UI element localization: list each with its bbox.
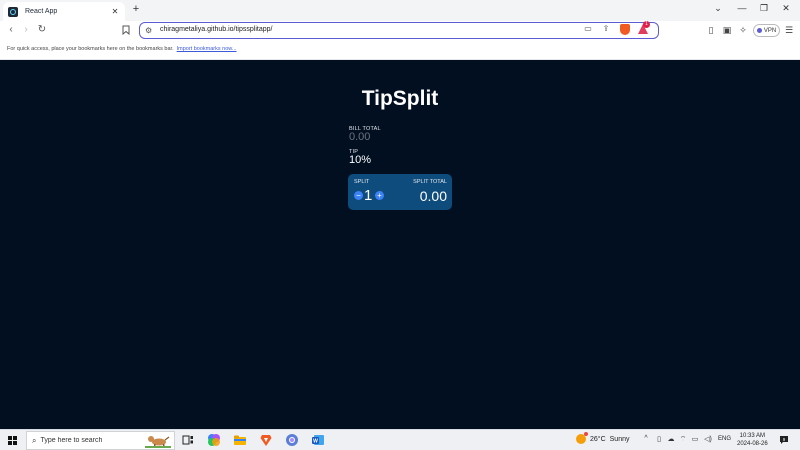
phone-link-icon[interactable]: ▯ (654, 435, 664, 443)
rewards-badge: 1 (643, 21, 650, 28)
word-icon[interactable]: W (311, 433, 325, 447)
windows-start-icon[interactable] (8, 436, 17, 445)
file-explorer-icon[interactable] (233, 433, 247, 447)
new-tab-button[interactable]: + (130, 3, 142, 15)
battery-icon[interactable]: ▭ (690, 435, 700, 443)
forward-icon[interactable]: › (20, 24, 32, 35)
app-title: TipSplit (361, 87, 439, 110)
tab-close-icon[interactable]: ✕ (110, 7, 120, 16)
onedrive-icon[interactable]: ☁ (666, 435, 676, 443)
weather-widget[interactable]: 26°C Sunny (576, 432, 630, 444)
language-indicator[interactable]: ENG (718, 436, 731, 442)
windows-taskbar: ⌕ W 26°C Sunny (0, 429, 800, 450)
tip-input[interactable]: 10% (349, 154, 371, 166)
wallet-icon[interactable]: ▣ (721, 25, 733, 36)
reload-icon[interactable]: ↻ (36, 24, 48, 35)
bookmarks-message: For quick access, place your bookmarks h… (7, 46, 237, 52)
split-card: SPLIT SPLIT TOTAL − 1 + 0.00 (348, 174, 452, 210)
split-label: SPLIT (354, 179, 370, 185)
split-total-value: 0.00 (419, 188, 447, 204)
search-icon: ⌕ (32, 435, 37, 445)
clock-date: 2024-08-26 (737, 441, 768, 447)
sidebar-icon[interactable]: ▯ (705, 25, 717, 36)
taskbar-search-input[interactable] (40, 437, 131, 444)
weather-sun-icon (576, 432, 588, 444)
site-info-icon[interactable]: ⚙ (145, 26, 152, 35)
volume-icon[interactable]: ◁) (703, 435, 713, 443)
url-text: chiragmetaliya.github.io/tipssplitapp/ (160, 26, 273, 33)
vpn-button[interactable]: VPN (753, 24, 780, 37)
bookmarks-bar: For quick access, place your bookmarks h… (0, 41, 800, 60)
minimize-button[interactable]: — (735, 3, 749, 13)
task-view-icon[interactable] (181, 433, 195, 447)
bill-total-input[interactable]: 0.00 (349, 131, 370, 143)
tab-search-chevron-icon[interactable]: ⌄ (711, 3, 725, 14)
menu-icon[interactable]: ☰ (783, 25, 795, 36)
back-icon[interactable]: ‹ (5, 24, 17, 35)
split-total-label: SPLIT TOTAL (413, 179, 447, 185)
leo-ai-icon[interactable]: ✧ (737, 25, 749, 36)
split-count: 1 (364, 187, 373, 204)
bookmarks-message-text: For quick access, place your bookmarks h… (7, 46, 174, 52)
tab-react-app[interactable]: React App ✕ (3, 2, 125, 21)
clock-time: 10:33 AM (739, 433, 766, 439)
cast-icon[interactable]: ▭ (582, 24, 594, 33)
brave-icon[interactable] (259, 433, 273, 447)
search-highlight-dog-icon (145, 436, 171, 448)
browser-toolbar: ‹ › ↻ ⚙ chiragmetaliya.github.io/tipsspl… (0, 21, 800, 41)
vpn-status-icon (756, 28, 762, 33)
address-bar[interactable]: ⚙ chiragmetaliya.github.io/tipssplitapp/ (139, 22, 659, 39)
copilot-icon[interactable] (207, 433, 221, 447)
vpn-label: VPN (763, 27, 777, 34)
split-increment-button[interactable]: + (375, 191, 384, 200)
tipsplit-app: TipSplit BILL TOTAL 0.00 TIP 10% SPLIT S… (0, 60, 800, 429)
bookmark-icon[interactable] (122, 25, 130, 35)
share-icon[interactable]: ⇪ (600, 24, 612, 33)
tab-title: React App (25, 8, 58, 15)
weather-temp: 26°C (590, 435, 606, 443)
system-clock[interactable]: 10:33 AM 2024-08-26 (737, 432, 768, 448)
notification-icon[interactable]: 9 (779, 435, 789, 445)
network-icon[interactable]: ⌔ (678, 435, 688, 444)
weather-condition: Sunny (609, 435, 630, 443)
maximize-button[interactable]: ❐ (757, 3, 771, 14)
svg-text:W: W (313, 439, 318, 445)
chrome-icon[interactable] (285, 433, 299, 447)
show-hidden-icons-chevron-icon[interactable]: ^ (641, 435, 651, 442)
react-favicon-icon (8, 6, 18, 17)
split-decrement-button[interactable]: − (354, 191, 363, 200)
taskbar-search[interactable]: ⌕ (26, 431, 175, 450)
import-bookmarks-link[interactable]: Import bookmarks now... (177, 46, 237, 52)
brave-shields-icon[interactable] (620, 24, 630, 35)
tab-bar: React App ✕ + ⌄ — ❐ ✕ (0, 0, 800, 21)
close-window-button[interactable]: ✕ (779, 3, 793, 14)
